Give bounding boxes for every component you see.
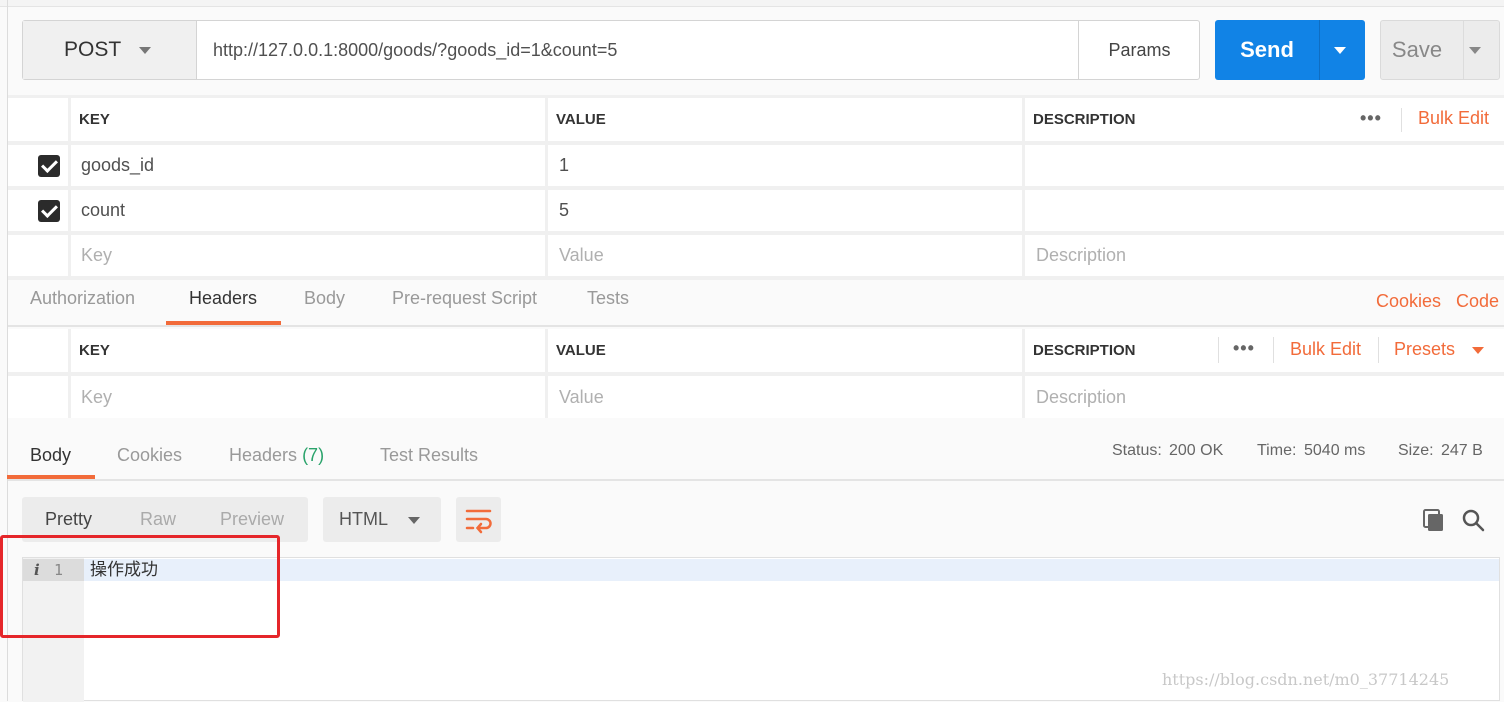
table-row: Key Value Description <box>8 376 1504 418</box>
checkbox-icon[interactable] <box>38 200 60 222</box>
chevron-down-icon[interactable] <box>1469 47 1481 54</box>
params-header-row: KEY VALUE DESCRIPTION ••• Bulk Edit <box>8 98 1504 141</box>
cookies-link[interactable]: Cookies <box>1376 291 1441 312</box>
more-dots-icon[interactable]: ••• <box>1360 108 1382 129</box>
params-description-header: DESCRIPTION <box>1033 111 1136 128</box>
tab-body[interactable]: Body <box>304 288 345 309</box>
divider <box>1218 337 1219 363</box>
tabs-divider <box>8 479 1504 481</box>
headers-count-badge: (7) <box>302 445 325 465</box>
chevron-down-icon <box>408 517 420 524</box>
method-label: POST <box>64 38 122 61</box>
size-value: 247 B <box>1441 442 1483 459</box>
tab-headers[interactable]: Headers <box>189 288 257 309</box>
new-param-description-input[interactable]: Description <box>1025 235 1495 276</box>
param-value-cell[interactable]: 1 <box>548 145 1022 186</box>
table-row: count 5 <box>8 190 1504 231</box>
method-select[interactable]: POST <box>23 21 197 79</box>
tab-tests[interactable]: Tests <box>587 288 629 309</box>
chevron-down-icon <box>139 46 152 54</box>
table-row: Key Value Description <box>8 235 1504 276</box>
time-label: Time: <box>1257 442 1297 459</box>
format-select[interactable]: HTML <box>323 497 441 542</box>
time-value: 5040 ms <box>1304 442 1366 459</box>
divider <box>1273 337 1274 363</box>
copy-icon[interactable] <box>1421 507 1447 533</box>
headers-value-header: VALUE <box>556 342 606 359</box>
chevron-down-icon <box>1472 346 1485 354</box>
param-value-cell[interactable]: 5 <box>548 190 1022 231</box>
wrap-lines-icon <box>465 509 492 534</box>
send-button[interactable]: Send <box>1215 20 1365 80</box>
headers-header-row: KEY VALUE DESCRIPTION ••• Bulk Edit Pres… <box>8 329 1504 372</box>
checkbox-icon[interactable] <box>38 155 60 177</box>
presets-dropdown[interactable]: Presets <box>1394 339 1485 360</box>
headers-bulk-edit-link[interactable]: Bulk Edit <box>1290 339 1361 360</box>
new-header-key-input[interactable]: Key <box>71 376 546 418</box>
save-button[interactable]: Save <box>1380 20 1500 80</box>
watermark: https://blog.csdn.net/m0_37714245 <box>1162 670 1450 689</box>
tab-pre-request-script[interactable]: Pre-request Script <box>392 288 537 309</box>
response-tab-headers-label: Headers <box>229 445 298 465</box>
param-key-cell[interactable]: count <box>71 190 546 231</box>
new-header-value-input[interactable]: Value <box>548 376 1022 418</box>
table-divider <box>8 276 1504 280</box>
params-button[interactable]: Params <box>1078 21 1200 79</box>
request-url-bar: POST http://127.0.0.1:8000/goods/?goods_… <box>22 20 1200 80</box>
response-tab-headers[interactable]: Headers (7) <box>229 445 324 466</box>
response-tab-test-results[interactable]: Test Results <box>380 445 478 466</box>
chevron-down-icon[interactable] <box>1334 47 1346 54</box>
headers-key-header: KEY <box>79 342 110 359</box>
status-label: Status: <box>1112 442 1162 459</box>
response-tab-cookies[interactable]: Cookies <box>117 445 182 466</box>
tabs-divider <box>8 325 1504 327</box>
new-header-description-input[interactable]: Description <box>1025 376 1495 418</box>
active-line-highlight <box>84 559 1499 581</box>
send-divider <box>1319 20 1320 80</box>
wrap-lines-button[interactable] <box>456 497 501 542</box>
new-param-key-input[interactable]: Key <box>71 235 546 276</box>
url-input[interactable]: http://127.0.0.1:8000/goods/?goods_id=1&… <box>213 21 617 79</box>
table-row: goods_id 1 <box>8 145 1504 186</box>
param-key-cell[interactable]: goods_id <box>71 145 546 186</box>
params-value-header: VALUE <box>556 111 606 128</box>
status-value: 200 OK <box>1169 442 1224 459</box>
tab-authorization[interactable]: Authorization <box>30 288 135 309</box>
send-label: Send <box>1240 37 1294 62</box>
col-divider <box>1022 190 1025 231</box>
col-divider <box>1022 145 1025 186</box>
search-icon[interactable] <box>1461 508 1485 532</box>
format-label: HTML <box>339 509 388 529</box>
size-label: Size: <box>1398 442 1434 459</box>
new-param-value-input[interactable]: Value <box>548 235 1022 276</box>
presets-label: Presets <box>1394 339 1456 359</box>
code-link[interactable]: Code <box>1456 291 1499 312</box>
divider <box>1401 108 1402 132</box>
response-tab-body[interactable]: Body <box>30 445 71 466</box>
highlight-annotation-box <box>0 535 280 638</box>
more-dots-icon[interactable]: ••• <box>1233 338 1255 359</box>
save-divider <box>1463 21 1464 79</box>
params-key-header: KEY <box>79 111 110 128</box>
top-tab-strip <box>0 0 1504 7</box>
save-label: Save <box>1391 37 1443 62</box>
params-bulk-edit-link[interactable]: Bulk Edit <box>1418 108 1489 129</box>
divider <box>1378 337 1379 363</box>
headers-description-header: DESCRIPTION <box>1033 342 1136 359</box>
